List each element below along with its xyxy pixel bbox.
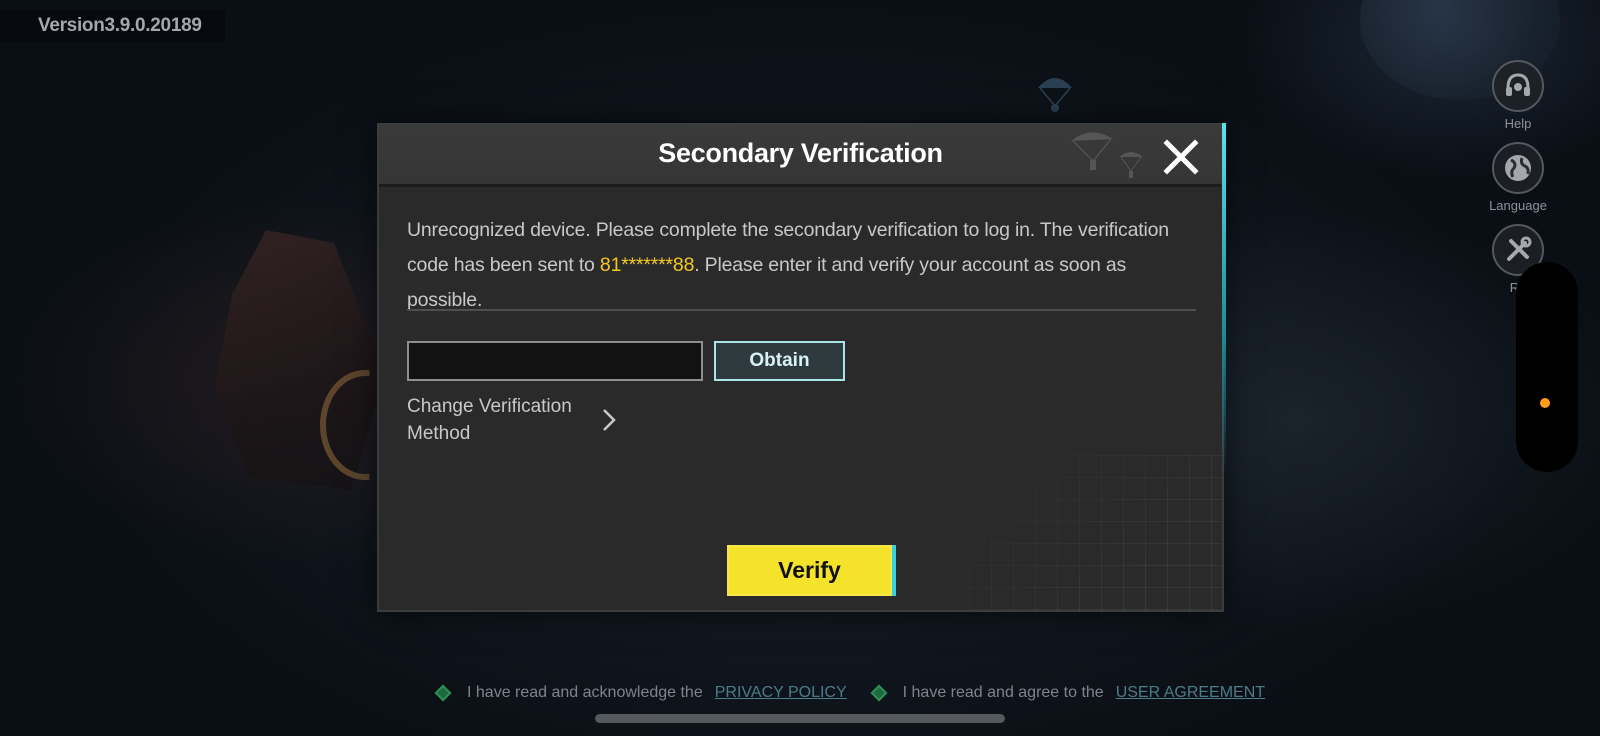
game-background: Version3.9.0.20189 Help Language I have … bbox=[0, 0, 1600, 736]
secondary-verification-dialog: Secondary Verification Unrecognized devi… bbox=[377, 123, 1226, 612]
privacy-checkbox[interactable] bbox=[434, 684, 452, 702]
status-dot bbox=[1540, 398, 1550, 408]
help-headset-icon bbox=[1506, 73, 1530, 96]
language-label: Language bbox=[1489, 198, 1547, 213]
masked-phone-number: 81*******88 bbox=[599, 254, 695, 276]
privacy-policy-link[interactable]: PRIVACY POLICY bbox=[715, 684, 847, 702]
dialog-edge-accent bbox=[1222, 123, 1226, 473]
verification-code-input[interactable] bbox=[407, 341, 703, 381]
change-method-label: Change Verification Method bbox=[407, 396, 572, 444]
obtain-code-button[interactable]: Obtain bbox=[714, 341, 845, 381]
change-verification-method-link[interactable]: Change Verification Method bbox=[407, 393, 616, 447]
agreement-row: I have read and acknowledge the PRIVACY … bbox=[434, 680, 1283, 706]
agreement-checkbox[interactable] bbox=[870, 684, 888, 702]
verify-button[interactable]: Verify bbox=[727, 545, 896, 596]
close-icon[interactable] bbox=[1161, 137, 1201, 177]
repair-tools-icon bbox=[1507, 236, 1532, 261]
chevron-right-icon bbox=[603, 409, 616, 431]
verification-message: Unrecognized device. Please complete the… bbox=[407, 213, 1197, 318]
side-floating-panel[interactable] bbox=[1516, 262, 1578, 472]
help-label: Help bbox=[1504, 116, 1532, 131]
home-indicator[interactable] bbox=[595, 714, 1005, 723]
privacy-prefix: I have read and acknowledge the bbox=[467, 684, 703, 701]
dialog-title: Secondary Verification bbox=[658, 138, 943, 168]
agreement-prefix: I have read and agree to the bbox=[902, 684, 1104, 701]
grid-decoration bbox=[969, 455, 1222, 612]
user-agreement-link[interactable]: USER AGREEMENT bbox=[1116, 684, 1265, 702]
background-parachute-icon bbox=[1038, 78, 1072, 112]
version-label: Version3.9.0.20189 bbox=[0, 10, 225, 42]
globe-icon bbox=[1505, 155, 1531, 181]
dialog-divider bbox=[407, 309, 1196, 311]
language-button[interactable]: Language bbox=[1489, 142, 1547, 213]
help-button[interactable]: Help bbox=[1492, 60, 1544, 131]
